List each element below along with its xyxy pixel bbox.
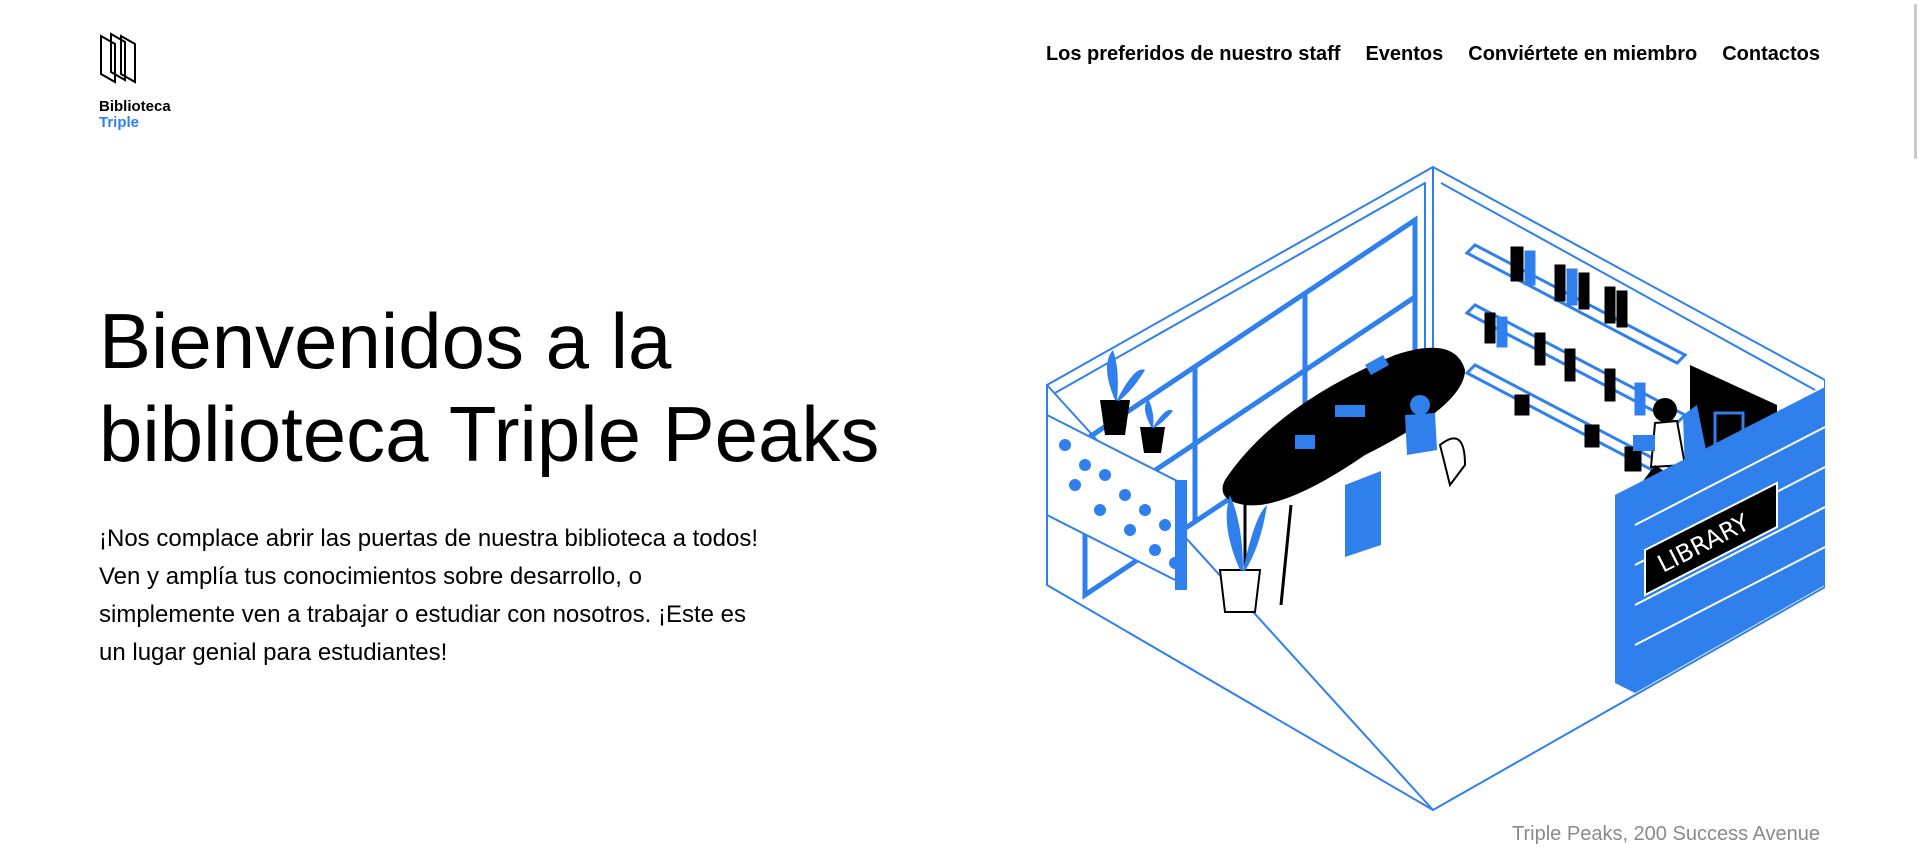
hero-title: Bienvenidos a la biblioteca Triple Peaks <box>99 295 919 481</box>
desk-group: ?? <box>1222 347 1467 606</box>
floor-plant-pot <box>1218 569 1262 613</box>
ivy-leaf <box>1149 544 1161 556</box>
book <box>1604 368 1616 402</box>
book <box>1604 286 1616 324</box>
logo[interactable]: Biblioteca Triple <box>99 30 209 140</box>
ivy-leaf <box>1059 439 1071 451</box>
planter-edge <box>1175 480 1187 590</box>
reader-book <box>1633 435 1655 451</box>
plant-pot <box>1100 400 1130 435</box>
book <box>1496 316 1508 348</box>
student-body <box>1405 413 1437 455</box>
book <box>1616 290 1628 328</box>
book <box>1554 264 1566 302</box>
hero-title-line2: biblioteca Triple Peaks <box>99 390 880 478</box>
book <box>1566 268 1578 306</box>
ivy-leaf <box>1139 504 1151 516</box>
thought-bubble-text: ?? <box>1425 365 1442 384</box>
book <box>1634 382 1646 416</box>
book <box>1510 246 1524 282</box>
site-header: Biblioteca Triple Los preferidos de nues… <box>0 0 1919 140</box>
ivy-planter <box>1046 413 1187 590</box>
plant-pot <box>1140 427 1165 453</box>
book <box>1484 312 1496 344</box>
notebook <box>1295 435 1315 449</box>
laptop <box>1335 405 1365 417</box>
ivy-leaf <box>1159 519 1171 531</box>
library-room-illustration: LIBRARY ?? <box>1046 166 1825 811</box>
nav-link-events[interactable]: Eventos <box>1365 40 1443 68</box>
address-text: Triple Peaks, 200 Success Avenue <box>1512 823 1820 845</box>
book <box>1564 348 1576 382</box>
ivy-leaf <box>1079 459 1091 471</box>
plant-leaves <box>1144 400 1173 428</box>
ivy-leaf <box>1124 524 1136 536</box>
desk-leg <box>1279 504 1293 606</box>
book <box>1524 250 1536 286</box>
book <box>1584 424 1600 448</box>
back-wall-right-inner <box>1440 182 1816 391</box>
book <box>1578 272 1590 310</box>
hero-paragraph-2: Ven y amplía tus conocimientos sobre des… <box>99 563 746 666</box>
book <box>1514 394 1530 416</box>
ivy-leaf <box>1069 479 1081 491</box>
reader-head <box>1653 398 1677 422</box>
ivy-leaf <box>1099 469 1111 481</box>
nav-link-membership[interactable]: Conviértete en miembro <box>1468 40 1697 68</box>
plant-leaves <box>1106 350 1145 401</box>
student-chair <box>1438 437 1467 488</box>
office-chair <box>1345 471 1381 557</box>
logo-text-line1: Biblioteca <box>99 98 171 115</box>
floor-plant-leaves <box>1226 495 1267 571</box>
hero-title-line1: Bienvenidos a la <box>99 297 672 385</box>
ivy-leaf <box>1119 489 1131 501</box>
scrollbar-thumb[interactable] <box>1914 4 1917 159</box>
student-head <box>1410 395 1430 415</box>
nav-link-contacts[interactable]: Contactos <box>1722 40 1820 68</box>
page-scrollbar[interactable] <box>1909 0 1919 862</box>
hero-description: ¡Nos complace abrir las puertas de nuest… <box>99 520 759 672</box>
main-nav: Los preferidos de nuestro staff Eventos … <box>1021 40 1820 68</box>
book <box>1534 332 1546 366</box>
reader-body <box>1649 419 1687 469</box>
hero-paragraph-1: ¡Nos complace abrir las puertas de nuest… <box>99 525 759 552</box>
logo-text-line2: Triple <box>99 114 140 131</box>
nav-link-staff-picks[interactable]: Los preferidos de nuestro staff <box>1046 40 1341 68</box>
ivy-leaf <box>1094 504 1106 516</box>
books-outline-icon <box>100 32 136 84</box>
